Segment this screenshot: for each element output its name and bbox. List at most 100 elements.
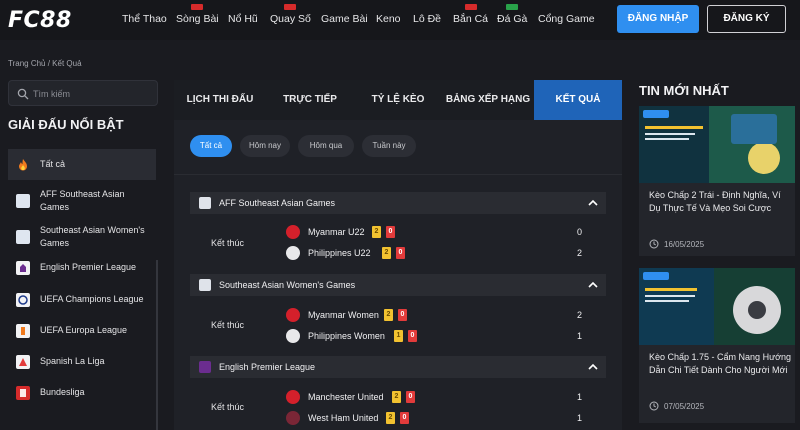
fire-icon bbox=[19, 158, 27, 170]
team-row[interactable]: West Ham United 2 0 1 bbox=[286, 411, 596, 425]
new-badge-icon bbox=[506, 4, 519, 10]
league-item-premier-league[interactable]: English Premier League bbox=[8, 251, 156, 284]
nav-song-bai[interactable]: Sòng Bài bbox=[176, 4, 219, 25]
team-row[interactable]: Myanmar Women 2 0 2 bbox=[286, 308, 596, 322]
nav-cong-game[interactable]: Cổng Game bbox=[538, 13, 595, 25]
nav-keno[interactable]: Keno bbox=[376, 13, 401, 25]
news-headline[interactable]: Kèo Chấp 2 Trái - Định Nghĩa, Ví Dụ Thực… bbox=[649, 189, 791, 215]
breadcrumb[interactable]: Trang Chủ / Kết Quả bbox=[8, 59, 82, 68]
red-card-count: 0 bbox=[406, 391, 415, 403]
league-item-sea-womens-games[interactable]: Southeast Asian Women's Games bbox=[8, 222, 156, 251]
tab-bar: LỊCH THI ĐẤU TRỰC TIẾP TỶ LỆ KÈO BẢNG XẾ… bbox=[174, 80, 622, 120]
team-logo-icon bbox=[286, 246, 300, 260]
chevron-up-icon[interactable] bbox=[587, 279, 599, 291]
aff-logo-icon bbox=[16, 229, 30, 244]
team-row[interactable]: Manchester United 2 0 1 bbox=[286, 390, 596, 404]
premier-league-icon bbox=[16, 260, 30, 275]
league-item-all[interactable]: Tất cả bbox=[8, 149, 156, 180]
la-liga-icon bbox=[16, 354, 30, 369]
red-card-count: 0 bbox=[386, 226, 395, 238]
top-header: FC88 Thể Thao Sòng Bài Nổ Hũ Quay Số Gam… bbox=[0, 0, 800, 40]
team-row[interactable]: Philippines U22 2 0 2 bbox=[286, 246, 596, 260]
search-box[interactable] bbox=[8, 80, 158, 106]
tab-live[interactable]: TRỰC TIẾP bbox=[266, 80, 354, 120]
match-status: Kết thúc bbox=[211, 320, 245, 330]
sidebar-scrollbar[interactable] bbox=[156, 260, 158, 430]
nav-da-ga[interactable]: Đá Gà bbox=[497, 4, 527, 25]
latest-news-title: TIN MỚI NHẤT bbox=[639, 83, 729, 98]
league-group-header[interactable]: English Premier League bbox=[190, 356, 606, 378]
europa-league-icon bbox=[16, 323, 30, 338]
tab-standings[interactable]: BẢNG XẾP HẠNG bbox=[442, 80, 534, 120]
aff-logo-icon bbox=[199, 279, 211, 291]
chevron-up-icon[interactable] bbox=[587, 197, 599, 209]
team-logo-icon bbox=[286, 390, 300, 404]
filter-this-week[interactable]: Tuần này bbox=[362, 135, 416, 157]
yellow-card-count: 2 bbox=[372, 226, 381, 238]
nav-quay-so[interactable]: Quay Số bbox=[270, 4, 311, 25]
red-card-count: 0 bbox=[400, 412, 409, 424]
news-date: 16/05/2025 bbox=[649, 239, 704, 249]
new-badge-icon bbox=[191, 4, 204, 10]
nav-game-bai[interactable]: Game Bài bbox=[321, 13, 368, 25]
league-item-aff-sea-games[interactable]: AFF Southeast Asian Games bbox=[8, 180, 156, 222]
search-icon bbox=[17, 88, 29, 100]
league-item-la-liga[interactable]: Spanish La Liga bbox=[8, 346, 156, 377]
league-group-header[interactable]: AFF Southeast Asian Games bbox=[190, 192, 606, 214]
news-card[interactable]: Kèo Chấp 1.75 - Cẩm Nang Hướng Dẫn Chi T… bbox=[639, 268, 795, 423]
red-card-count: 0 bbox=[408, 330, 417, 342]
yellow-card-count: 2 bbox=[382, 247, 391, 259]
aff-logo-icon bbox=[16, 194, 30, 208]
nav-no-hu[interactable]: Nổ Hũ bbox=[228, 13, 258, 25]
league-item-europa-league[interactable]: UEFA Europa League bbox=[8, 315, 156, 346]
team-logo-icon bbox=[286, 329, 300, 343]
featured-leagues-title: GIẢI ĐẤU NỔI BẬT bbox=[8, 117, 124, 132]
team-row[interactable]: Philippines Women 1 0 1 bbox=[286, 329, 596, 343]
bundesliga-icon bbox=[16, 385, 30, 400]
filter-today[interactable]: Hôm nay bbox=[240, 135, 290, 157]
nav-ban-ca[interactable]: Bắn Cá bbox=[453, 4, 488, 25]
match-status: Kết thúc bbox=[211, 238, 245, 248]
register-button[interactable]: ĐĂNG KÝ bbox=[707, 5, 786, 33]
yellow-card-count: 1 bbox=[394, 330, 403, 342]
search-input[interactable] bbox=[33, 86, 153, 101]
new-badge-icon bbox=[464, 4, 477, 10]
team-row[interactable]: Myanmar U22 2 0 0 bbox=[286, 225, 596, 239]
team-score: 1 bbox=[576, 413, 582, 423]
league-group-header[interactable]: Southeast Asian Women's Games bbox=[190, 274, 606, 296]
team-score: 0 bbox=[576, 227, 582, 237]
red-card-count: 0 bbox=[396, 247, 405, 259]
red-card-count: 0 bbox=[398, 309, 407, 321]
team-logo-icon bbox=[286, 411, 300, 425]
featured-league-list: Tất cả AFF Southeast Asian Games Southea… bbox=[8, 149, 156, 408]
filter-yesterday[interactable]: Hôm qua bbox=[298, 135, 354, 157]
tab-odds[interactable]: TỶ LỆ KÈO bbox=[354, 80, 442, 120]
login-button[interactable]: ĐĂNG NHẬP bbox=[617, 5, 699, 33]
team-score: 2 bbox=[576, 248, 582, 258]
nav-the-thao[interactable]: Thể Thao bbox=[122, 13, 167, 25]
clock-icon bbox=[649, 239, 659, 249]
team-score: 2 bbox=[576, 310, 582, 320]
league-item-bundesliga[interactable]: Bundesliga bbox=[8, 377, 156, 408]
news-headline[interactable]: Kèo Chấp 1.75 - Cẩm Nang Hướng Dẫn Chi T… bbox=[649, 351, 791, 377]
premier-league-icon bbox=[199, 361, 211, 373]
news-card[interactable]: Kèo Chấp 2 Trái - Định Nghĩa, Ví Dụ Thực… bbox=[639, 106, 795, 256]
yellow-card-count: 2 bbox=[386, 412, 395, 424]
news-thumbnail[interactable] bbox=[639, 106, 795, 183]
tab-schedule[interactable]: LỊCH THI ĐẤU bbox=[174, 80, 266, 120]
clock-icon bbox=[649, 401, 659, 411]
league-item-champions-league[interactable]: UEFA Champions League bbox=[8, 284, 156, 315]
team-logo-icon bbox=[286, 308, 300, 322]
chevron-up-icon[interactable] bbox=[587, 361, 599, 373]
yellow-card-count: 2 bbox=[384, 309, 393, 321]
champions-league-icon bbox=[16, 292, 30, 307]
filter-all[interactable]: Tất cả bbox=[190, 135, 232, 157]
news-thumbnail[interactable] bbox=[639, 268, 795, 345]
aff-logo-icon bbox=[199, 197, 211, 209]
site-logo[interactable]: FC88 bbox=[8, 8, 72, 33]
nav-lo-de[interactable]: Lô Đề bbox=[413, 13, 441, 25]
tab-results[interactable]: KẾT QUẢ bbox=[534, 80, 622, 120]
divider bbox=[174, 174, 622, 175]
new-badge-icon bbox=[284, 4, 297, 10]
team-score: 1 bbox=[576, 392, 582, 402]
